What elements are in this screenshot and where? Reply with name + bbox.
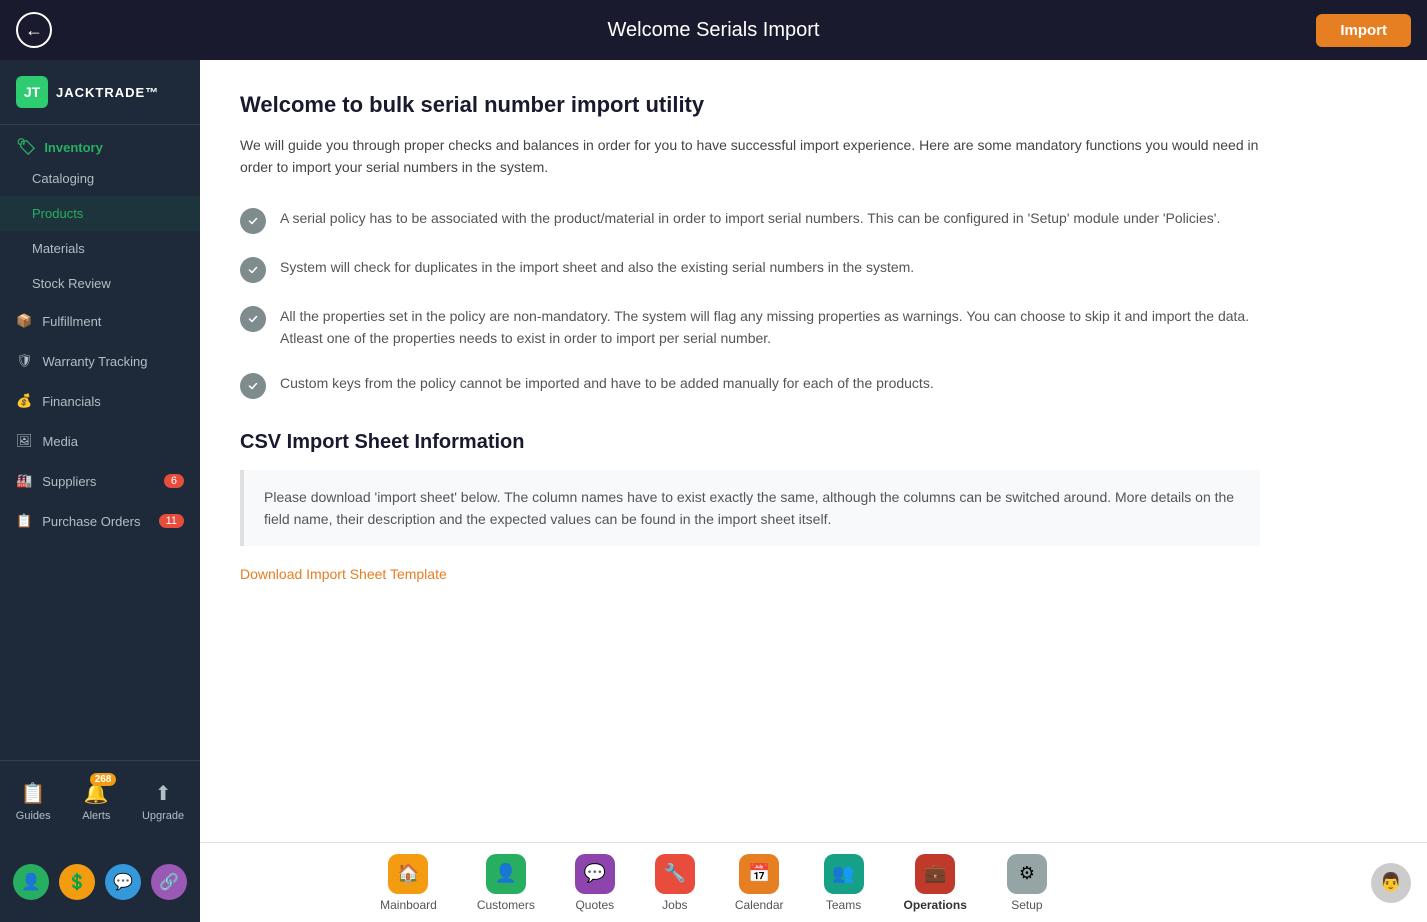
customers-icon: 👤 xyxy=(486,854,526,894)
customers-label: Customers xyxy=(477,898,535,912)
nav-item-operations[interactable]: 💼 Operations xyxy=(884,846,987,920)
user-avatar[interactable]: 👨 xyxy=(1371,863,1411,903)
warranty-icon: 🛡 xyxy=(16,353,33,369)
sidebar-item-fulfillment[interactable]: 📦 Fulfillment xyxy=(0,301,200,341)
sidebar-bottom: 📋 Guides 🔔 268 Alerts ⬆ Upgrade xyxy=(0,760,200,842)
check-icon-4 xyxy=(240,373,266,399)
content-area: Welcome to bulk serial number import uti… xyxy=(200,60,1427,842)
check-icon-3 xyxy=(240,306,266,332)
quotes-label: Quotes xyxy=(575,898,614,912)
content-inner: Welcome to bulk serial number import uti… xyxy=(200,60,1300,616)
jobs-label: Jobs xyxy=(662,898,687,912)
bottom-dollar-icon[interactable]: 💲 xyxy=(59,864,95,900)
upgrade-icon: ⬆ xyxy=(155,781,172,806)
nav-item-customers[interactable]: 👤 Customers xyxy=(457,846,555,920)
guides-button[interactable]: 📋 Guides xyxy=(8,777,59,826)
checklist-item-1: A serial policy has to be associated wit… xyxy=(240,207,1260,234)
csv-heading: CSV Import Sheet Information xyxy=(240,431,1260,454)
setup-label: Setup xyxy=(1011,898,1042,912)
bottom-chat-icon[interactable]: 💬 xyxy=(105,864,141,900)
sidebar-item-suppliers[interactable]: 🏭 Suppliers 6 xyxy=(0,461,200,501)
operations-label: Operations xyxy=(904,898,967,912)
mainboard-label: Mainboard xyxy=(380,898,437,912)
mainboard-icon: 🏠 xyxy=(388,854,428,894)
bottom-share-icon[interactable]: 🔗 xyxy=(151,864,187,900)
checklist: A serial policy has to be associated wit… xyxy=(240,207,1260,399)
purchase-orders-icon: 📋 xyxy=(16,513,32,529)
calendar-label: Calendar xyxy=(735,898,784,912)
checklist-item-text-1: A serial policy has to be associated wit… xyxy=(280,207,1220,229)
sidebar-item-media[interactable]: 🖼 Media xyxy=(0,421,200,461)
logo-text: JACKTRADE™ xyxy=(56,85,159,100)
back-button[interactable]: ← xyxy=(16,12,52,48)
import-button[interactable]: Import xyxy=(1316,14,1411,47)
fulfillment-icon: 📦 xyxy=(16,313,32,329)
sidebar-item-warranty-tracking[interactable]: 🛡 Warranty Tracking xyxy=(0,341,200,381)
welcome-heading: Welcome to bulk serial number import uti… xyxy=(240,92,1260,118)
sidebar: JT JACKTRADE™ 🏷 Inventory Cataloging Pro… xyxy=(0,60,200,842)
operations-icon: 💼 xyxy=(915,854,955,894)
alerts-badge: 268 xyxy=(90,773,117,786)
purchase-orders-badge: 11 xyxy=(159,514,184,528)
calendar-icon: 📅 xyxy=(739,854,779,894)
download-template-link[interactable]: Download Import Sheet Template xyxy=(240,566,447,582)
checklist-item-text-4: Custom keys from the policy cannot be im… xyxy=(280,372,934,394)
sidebar-item-cataloging[interactable]: Cataloging xyxy=(0,161,200,196)
top-header: ← Welcome Serials Import Import xyxy=(0,0,1427,60)
inventory-icon: 🏷 xyxy=(16,137,36,157)
page-title: Welcome Serials Import xyxy=(608,19,820,42)
sidebar-item-inventory[interactable]: 🏷 Inventory xyxy=(0,125,200,161)
main-layout: JT JACKTRADE™ 🏷 Inventory Cataloging Pro… xyxy=(0,60,1427,842)
checklist-item-text-2: System will check for duplicates in the … xyxy=(280,256,914,278)
teams-label: Teams xyxy=(826,898,861,912)
nav-item-quotes[interactable]: 💬 Quotes xyxy=(555,846,635,920)
check-icon-2 xyxy=(240,257,266,283)
suppliers-badge: 6 xyxy=(164,474,184,488)
upgrade-button[interactable]: ⬆ Upgrade xyxy=(134,777,192,826)
nav-item-mainboard[interactable]: 🏠 Mainboard xyxy=(360,846,457,920)
guides-icon: 📋 xyxy=(21,781,46,806)
setup-icon: ⚙ xyxy=(1007,854,1047,894)
alerts-button[interactable]: 🔔 268 Alerts xyxy=(74,777,118,826)
sidebar-logo: JT JACKTRADE™ xyxy=(0,60,200,125)
bottom-user-icon[interactable]: 👤 xyxy=(13,864,49,900)
teams-icon: 👥 xyxy=(824,854,864,894)
jobs-icon: 🔧 xyxy=(655,854,695,894)
csv-desc: Please download 'import sheet' below. Th… xyxy=(240,470,1260,547)
nav-item-calendar[interactable]: 📅 Calendar xyxy=(715,846,804,920)
suppliers-icon: 🏭 xyxy=(16,473,32,489)
quotes-icon: 💬 xyxy=(575,854,615,894)
nav-item-setup[interactable]: ⚙ Setup xyxy=(987,846,1067,920)
checklist-item-text-3: All the properties set in the policy are… xyxy=(280,305,1260,350)
bottom-nav: 👤 💲 💬 🔗 🏠 Mainboard 👤 Customers 💬 Quotes… xyxy=(0,842,1427,922)
sidebar-inventory-label: Inventory xyxy=(44,140,103,155)
logo-icon: JT xyxy=(16,76,48,108)
checklist-item-4: Custom keys from the policy cannot be im… xyxy=(240,372,1260,399)
nav-item-jobs[interactable]: 🔧 Jobs xyxy=(635,846,715,920)
media-icon: 🖼 xyxy=(16,433,33,449)
sidebar-item-products[interactable]: Products xyxy=(0,196,200,231)
welcome-desc: We will guide you through proper checks … xyxy=(240,134,1260,179)
sidebar-item-stock-review[interactable]: Stock Review xyxy=(0,266,200,301)
nav-item-teams[interactable]: 👥 Teams xyxy=(804,846,884,920)
financials-icon: 💰 xyxy=(16,393,32,409)
sidebar-item-financials[interactable]: 💰 Financials xyxy=(0,381,200,421)
checklist-item-2: System will check for duplicates in the … xyxy=(240,256,1260,283)
sidebar-item-purchase-orders[interactable]: 📋 Purchase Orders 11 xyxy=(0,501,200,541)
bottom-left-icons: 👤 💲 💬 🔗 xyxy=(0,842,200,922)
check-icon-1 xyxy=(240,208,266,234)
sidebar-item-materials[interactable]: Materials xyxy=(0,231,200,266)
checklist-item-3: All the properties set in the policy are… xyxy=(240,305,1260,350)
